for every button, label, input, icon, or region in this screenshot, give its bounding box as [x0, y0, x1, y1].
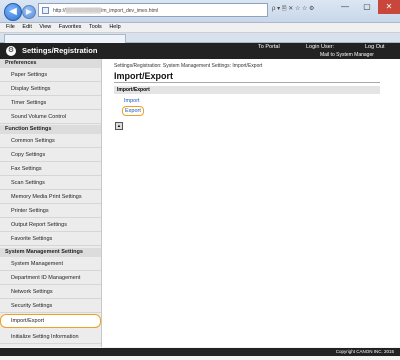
menu-view[interactable]: View: [39, 24, 51, 30]
maximize-button[interactable]: ▢: [356, 0, 378, 14]
sidebar-item-output-report-settings[interactable]: Output Report Settings: [0, 218, 101, 232]
minimize-button[interactable]: —: [334, 0, 356, 14]
browser-window: ◀ ▶ http://▒▒▒▒▒▒▒▒▒▒/m_import_dev_imex.…: [0, 0, 400, 360]
page-icon: [42, 7, 49, 14]
sidebar-item-import-export[interactable]: Import/Export: [0, 314, 101, 328]
log-out-link[interactable]: Log Out: [365, 43, 385, 52]
address-bar[interactable]: http://▒▒▒▒▒▒▒▒▒▒/m_import_dev_imex.html: [38, 3, 268, 17]
footer: Copyright CANON INC. 2015: [102, 348, 400, 356]
sidebar-item-initialize-setting-information[interactable]: Initialize Setting Information: [0, 330, 101, 344]
main-content: Settings/Registration: System Management…: [102, 59, 400, 347]
browser-tab[interactable]: [4, 34, 126, 43]
page-title: Import/Export: [114, 71, 174, 81]
breadcrumb: Settings/Registration: System Management…: [114, 63, 263, 69]
sidebar-item-favorite-settings[interactable]: Favorite Settings: [0, 232, 101, 246]
export-link[interactable]: Export: [122, 106, 144, 116]
sidebar-item-display-settings[interactable]: Display Settings: [0, 82, 101, 96]
back-button[interactable]: ◀: [4, 3, 22, 21]
import-link[interactable]: Import: [124, 98, 140, 104]
sidebar-item-memory-media-print-settings[interactable]: Memory Media Print Settings: [0, 190, 101, 204]
sidebar-item-system-management[interactable]: System Management: [0, 257, 101, 271]
tab-strip: [0, 33, 400, 43]
forward-button[interactable]: ▶: [22, 5, 36, 19]
login-user-label: Login User:: [306, 44, 335, 50]
settings-logo-icon: ⚙: [6, 46, 16, 56]
address-text: http://▒▒▒▒▒▒▒▒▒▒/m_import_dev_imex.html: [53, 8, 159, 14]
menu-bar: File Edit View Favorites Tools Help: [0, 23, 400, 33]
app-title: Settings/Registration: [22, 46, 98, 55]
browser-title-bar: ◀ ▶ http://▒▒▒▒▒▒▒▒▒▒/m_import_dev_imex.…: [0, 0, 400, 23]
menu-tools[interactable]: Tools: [89, 24, 102, 30]
sidebar-item-printer-settings[interactable]: Printer Settings: [0, 204, 101, 218]
sidebar-item-common-settings[interactable]: Common Settings: [0, 134, 101, 148]
menu-help[interactable]: Help: [109, 24, 120, 30]
sidebar-section-system-management-settings: System Management Settings: [0, 248, 101, 257]
section-header: Import/Export: [114, 86, 380, 94]
sidebar: Preferences Paper Settings Display Setti…: [0, 59, 102, 347]
menu-edit[interactable]: Edit: [22, 24, 31, 30]
app-header: ⚙ Settings/Registration To Portal Login …: [0, 43, 400, 59]
to-portal-link[interactable]: To Portal: [258, 43, 280, 52]
back-to-top-icon[interactable]: ▲: [115, 122, 123, 130]
sidebar-item-paper-settings[interactable]: Paper Settings: [0, 68, 101, 82]
sidebar-item-sound-volume-control[interactable]: Sound Volume Control: [0, 110, 101, 124]
title-divider: [114, 82, 380, 83]
footer-left: [0, 348, 102, 356]
address-toolbar-icons[interactable]: ρ ▾ 🗎 ✕ ☆ ☆ ⚙: [272, 4, 314, 14]
sidebar-item-copy-settings[interactable]: Copy Settings: [0, 148, 101, 162]
sidebar-item-fax-settings[interactable]: Fax Settings: [0, 162, 101, 176]
sidebar-item-scan-settings[interactable]: Scan Settings: [0, 176, 101, 190]
sidebar-item-network-settings[interactable]: Network Settings: [0, 285, 101, 299]
menu-favorites[interactable]: Favorites: [59, 24, 82, 30]
sidebar-item-timer-settings[interactable]: Timer Settings: [0, 96, 101, 110]
menu-file[interactable]: File: [6, 24, 15, 30]
sidebar-section-function-settings: Function Settings: [0, 125, 101, 134]
sidebar-item-security-settings[interactable]: Security Settings: [0, 299, 101, 313]
mail-to-system-manager-link[interactable]: Mail to System Manager: [320, 52, 374, 59]
close-button[interactable]: ✕: [378, 0, 400, 14]
sidebar-item-department-id-management[interactable]: Department ID Management: [0, 271, 101, 285]
sidebar-section-preferences: Preferences: [0, 59, 101, 68]
